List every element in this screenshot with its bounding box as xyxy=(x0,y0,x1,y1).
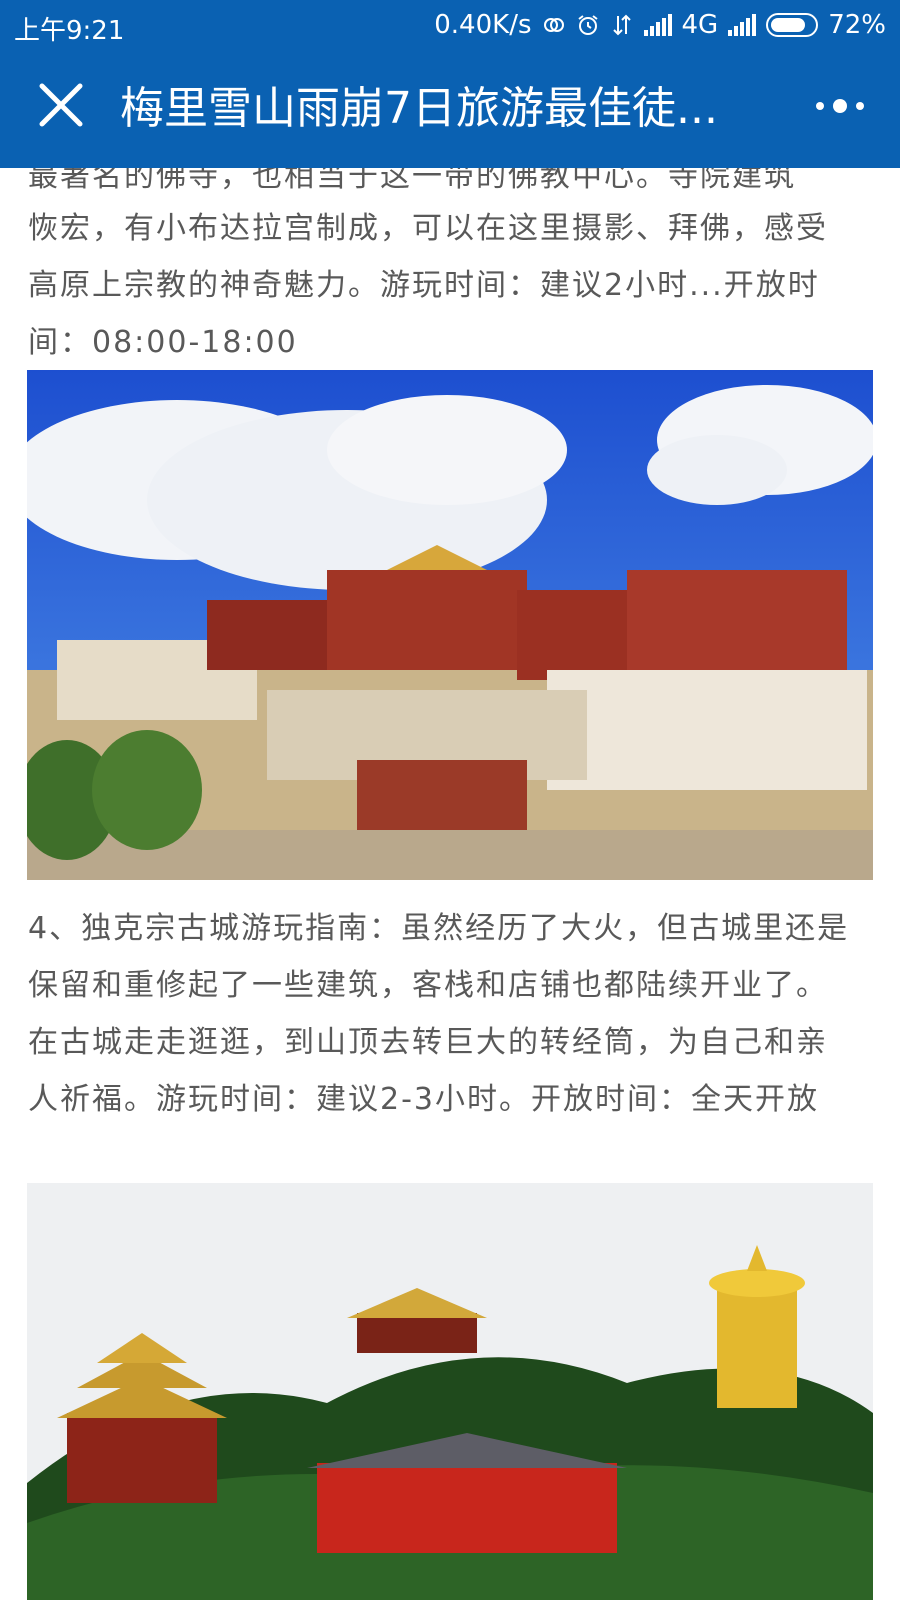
battery-icon xyxy=(766,13,819,37)
signal-icon-2 xyxy=(728,14,757,36)
article-paragraph-1: 恢宏，有小布达拉宫制成，可以在这里摄影、拜佛，感受高原上宗教的神奇魅力。游玩时间… xyxy=(28,211,828,360)
monastery-photo xyxy=(27,370,873,880)
more-icon xyxy=(816,99,864,113)
close-icon xyxy=(39,83,83,127)
status-time: 上午9:21 xyxy=(14,16,125,46)
signal-icon xyxy=(643,14,672,36)
alarm-icon xyxy=(576,13,600,37)
status-bar: 上午9:21 0.40K/s 4G 72% xyxy=(0,0,900,50)
more-button[interactable] xyxy=(810,86,870,126)
data-transfer-icon xyxy=(610,13,634,37)
article-content[interactable]: 最著名的佛寺，也相当于这一带的佛教中心。寺院建筑 恢宏，有小布达拉宫制成，可以在… xyxy=(0,168,900,1600)
status-right: 0.40K/s 4G 72% xyxy=(434,10,886,40)
close-button[interactable] xyxy=(34,78,88,132)
network-speed: 0.40K/s xyxy=(434,10,532,40)
article-paragraph-2: 4、独克宗古城游玩指南：虽然经历了大火，但古城里还是保留和重修起了一些建筑，客栈… xyxy=(28,911,850,1117)
page-title: 梅里雪山雨崩7日旅游最佳徒... xyxy=(120,83,718,134)
network-type: 4G xyxy=(681,10,719,40)
battery-percent: 72% xyxy=(828,10,886,40)
title-bar: 梅里雪山雨崩7日旅游最佳徒... xyxy=(0,50,900,168)
hd-icon xyxy=(542,13,566,37)
prayer-wheel-photo xyxy=(27,1183,873,1600)
